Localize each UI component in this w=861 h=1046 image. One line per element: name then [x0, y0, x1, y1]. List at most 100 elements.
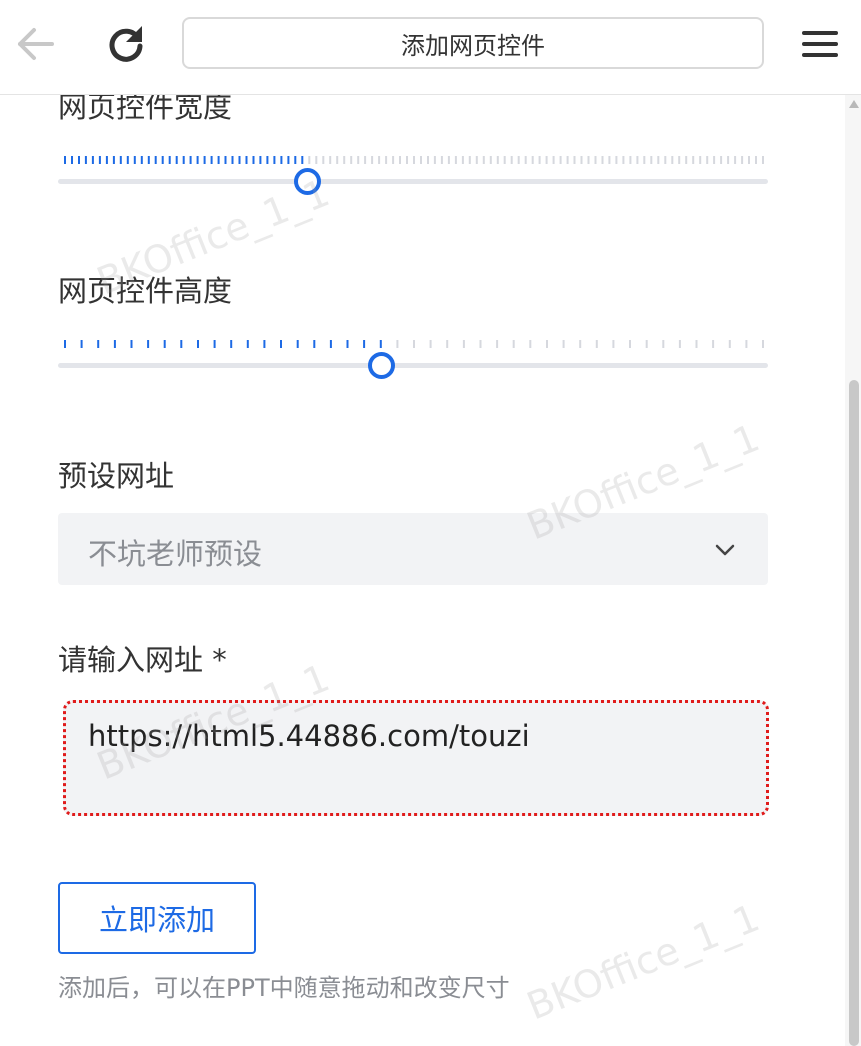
slider-tick: [755, 156, 757, 164]
slider-tick: [496, 340, 499, 348]
slider-tick: [140, 156, 143, 164]
url-input-value: https://html5.44886.com/touzi: [88, 719, 530, 753]
slider-tick: [217, 156, 220, 164]
slider-tick: [119, 156, 122, 164]
slider-tick: [296, 340, 299, 348]
height-slider-thumb[interactable]: [368, 352, 396, 379]
slider-tick: [429, 340, 432, 348]
slider-tick: [287, 156, 290, 164]
height-slider[interactable]: [58, 338, 768, 379]
slider-tick: [322, 156, 325, 164]
slider-tick: [396, 340, 399, 348]
reload-button[interactable]: [104, 22, 148, 66]
slider-tick: [446, 340, 449, 348]
slider-tick: [612, 340, 615, 348]
add-now-button[interactable]: 立即添加: [58, 882, 256, 954]
height-slider-track[interactable]: [58, 363, 768, 368]
slider-tick: [482, 156, 485, 164]
slider-tick: [130, 340, 133, 348]
slider-tick: [587, 156, 590, 164]
slider-tick: [461, 156, 464, 164]
slider-tick: [566, 156, 569, 164]
slider-tick: [378, 156, 381, 164]
width-slider-track[interactable]: [58, 179, 768, 184]
slider-tick: [552, 156, 555, 164]
slider-tick: [462, 340, 465, 348]
hint-text: 添加后，可以在PPT中随意拖动和改变尺寸: [58, 974, 510, 1002]
slider-tick: [91, 156, 94, 164]
slider-tick: [399, 156, 401, 164]
slider-tick: [182, 156, 185, 164]
slider-tick: [98, 156, 101, 164]
slider-tick: [210, 156, 213, 164]
slider-tick: [645, 340, 648, 348]
slider-tick: [745, 340, 748, 348]
back-button[interactable]: [14, 22, 58, 66]
width-slider-thumb[interactable]: [293, 168, 321, 195]
slider-tick: [163, 340, 166, 348]
slider-tick: [706, 156, 709, 164]
slider-tick: [664, 156, 667, 164]
slider-tick: [80, 340, 83, 348]
slider-tick: [168, 156, 171, 164]
slider-tick: [97, 340, 100, 348]
chevron-down-icon: [715, 544, 735, 556]
slider-tick: [468, 156, 471, 164]
slider-tick: [280, 156, 283, 164]
slider-tick: [699, 156, 702, 164]
slider-tick: [454, 156, 457, 164]
slider-tick: [692, 156, 695, 164]
slider-tick: [371, 156, 374, 164]
url-input[interactable]: https://html5.44886.com/touzi: [63, 700, 769, 816]
slider-tick: [643, 156, 646, 164]
slider-tick: [154, 156, 157, 164]
preset-select[interactable]: 不坑老师预设: [58, 513, 768, 585]
slider-tick: [280, 340, 282, 348]
slider-tick: [695, 340, 698, 348]
slider-tick: [503, 156, 506, 164]
slider-tick: [546, 340, 548, 348]
width-slider[interactable]: [58, 154, 768, 195]
slider-tick: [594, 156, 597, 164]
slider-tick: [379, 340, 382, 348]
hamburger-menu-icon: [802, 31, 838, 57]
slider-tick: [189, 156, 192, 164]
arrow-left-icon: [18, 28, 54, 60]
slider-tick: [308, 156, 311, 164]
slider-tick: [238, 156, 241, 164]
watermark: BKOffice_1_1: [520, 895, 766, 1029]
scrollbar-thumb[interactable]: [849, 380, 859, 1046]
slider-tick: [259, 156, 262, 164]
scroll-up-arrow-icon[interactable]: [849, 100, 859, 108]
slider-tick: [350, 156, 353, 164]
slider-tick: [615, 156, 618, 164]
slider-tick: [608, 156, 611, 164]
menu-button[interactable]: [800, 28, 840, 60]
slider-tick: [113, 340, 116, 348]
slider-tick: [266, 156, 269, 164]
slider-tick: [161, 156, 164, 164]
height-label: 网页控件高度: [58, 274, 233, 308]
slider-tick: [622, 156, 625, 164]
slider-tick: [197, 340, 199, 348]
slider-tick: [748, 156, 750, 164]
slider-tick: [629, 340, 631, 348]
slider-tick: [427, 156, 429, 164]
slider-tick: [413, 156, 415, 164]
slider-tick: [71, 156, 73, 164]
slider-tick: [203, 156, 206, 164]
slider-tick: [657, 156, 660, 164]
slider-tick: [147, 340, 150, 348]
slider-tick: [559, 156, 562, 164]
slider-tick: [741, 156, 744, 164]
preset-selected-value: 不坑老师预设: [88, 537, 263, 571]
slider-tick: [545, 156, 548, 164]
slider-tick: [678, 156, 681, 164]
slider-tick: [301, 156, 304, 164]
slider-tick: [175, 156, 178, 164]
slider-tick: [133, 156, 136, 164]
slider-tick: [231, 156, 234, 164]
slider-tick: [313, 340, 316, 348]
slider-tick: [579, 340, 582, 348]
slider-tick: [357, 156, 360, 164]
